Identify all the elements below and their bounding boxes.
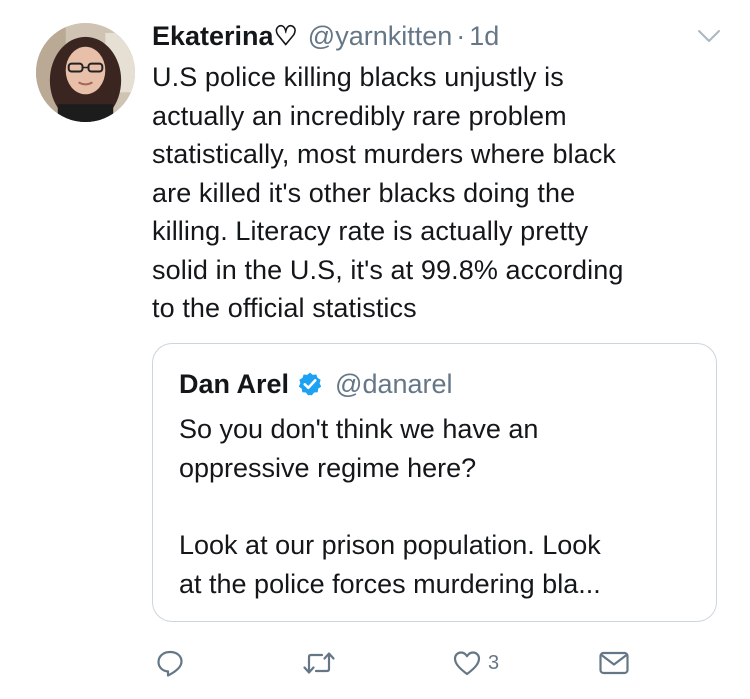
retweet-button[interactable] (302, 648, 336, 678)
heart-icon (453, 651, 481, 676)
quoted-tweet[interactable]: Dan Arel @danarel So you don't think we … (152, 343, 717, 622)
tweet-text: U.S police killing blacks unjustly is ac… (152, 62, 624, 323)
direct-message-button[interactable] (598, 648, 630, 678)
quoted-tweet-header: Dan Arel @danarel (179, 366, 453, 402)
tweet-header: Ekaterina♡ @yarnkitten · 1d (152, 16, 499, 56)
author-handle[interactable]: @yarnkitten (308, 21, 452, 52)
avatar[interactable] (36, 23, 135, 122)
envelope-icon (599, 651, 629, 675)
chevron-down-icon[interactable] (696, 26, 722, 46)
retweet-icon (303, 652, 335, 674)
like-button[interactable]: 3 (452, 648, 499, 678)
like-count: 3 (488, 651, 500, 674)
author-name[interactable]: Ekaterina♡ (152, 21, 298, 52)
timestamp[interactable]: 1d (469, 21, 499, 52)
reply-button[interactable] (155, 648, 185, 678)
verified-badge-icon (298, 372, 322, 396)
action-bar: 3 (0, 640, 750, 690)
separator-dot: · (456, 20, 466, 51)
quoted-author-name: Dan Arel (179, 368, 290, 399)
reply-icon (157, 650, 183, 677)
profile-photo (36, 23, 135, 122)
quoted-tweet-text: So you don't think we have an oppressive… (179, 414, 601, 600)
quoted-author-handle: @danarel (335, 368, 453, 399)
